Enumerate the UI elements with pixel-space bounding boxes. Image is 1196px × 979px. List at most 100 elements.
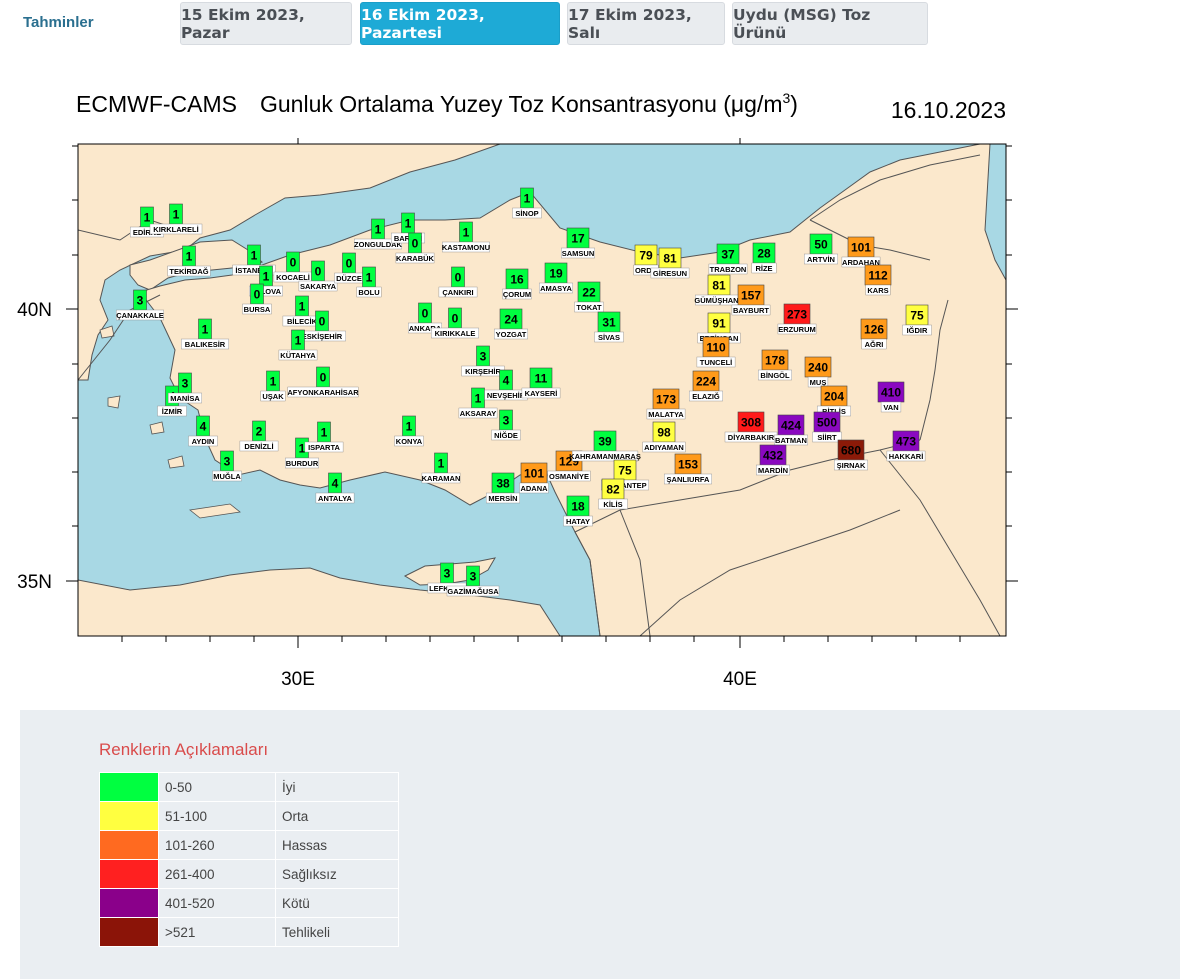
station-name: KAYSERİ bbox=[525, 389, 558, 398]
station-value: 18 bbox=[571, 500, 585, 514]
station-name: MARDİN bbox=[758, 466, 788, 475]
legend-swatch bbox=[99, 888, 159, 918]
station-name: KIRIKKALE bbox=[435, 329, 476, 338]
station-value: 16 bbox=[510, 273, 524, 287]
station-value: 24 bbox=[504, 313, 518, 327]
station-value: 432 bbox=[763, 449, 783, 463]
station-name: KOCAELİ bbox=[276, 273, 310, 282]
tab-satellite-dust[interactable]: Uydu (MSG) Toz Ürünü bbox=[732, 2, 928, 45]
tab-oct-15[interactable]: 15 Ekim 2023, Pazar bbox=[180, 2, 352, 45]
legend-swatch bbox=[99, 801, 159, 831]
station-name: SİVAS bbox=[598, 333, 620, 342]
station-marker: 22 TOKAT bbox=[574, 281, 604, 313]
legend-row: 261-400 Sağlıksız bbox=[99, 859, 399, 889]
station-name: IĞDIR bbox=[907, 326, 928, 335]
station-name: KIRKLARELİ bbox=[153, 225, 198, 234]
station-value: 1 bbox=[299, 442, 306, 456]
station-value: 173 bbox=[656, 393, 676, 407]
station-name: MUĞLA bbox=[213, 472, 241, 481]
station-value: 3 bbox=[444, 567, 451, 581]
station-name: BOLU bbox=[358, 288, 379, 297]
station-value: 17 bbox=[571, 232, 585, 246]
station-value: 1 bbox=[405, 217, 412, 231]
station-value: 240 bbox=[808, 361, 828, 375]
station-value: 204 bbox=[824, 390, 844, 404]
legend-title: Renklerin Açıklamaları bbox=[99, 740, 269, 759]
station-marker: 410 VAN bbox=[877, 381, 905, 413]
station-value: 473 bbox=[896, 435, 916, 449]
station-name: İZMİR bbox=[162, 407, 183, 416]
legend-row: >521 Tehlikeli bbox=[99, 917, 399, 947]
station-value: 1 bbox=[251, 249, 258, 263]
station-marker: 178 BİNGÖL bbox=[758, 349, 793, 381]
station-name: ANTALYA bbox=[318, 494, 352, 503]
station-name: YOZGAT bbox=[496, 330, 527, 339]
station-marker: 204BİTLİS bbox=[817, 385, 852, 417]
lon-label: 40E bbox=[723, 669, 757, 690]
station-value: 153 bbox=[678, 458, 698, 472]
station-value: 31 bbox=[602, 316, 616, 330]
station-marker: 16 ÇORUM bbox=[502, 268, 532, 300]
station-value: 3 bbox=[503, 414, 510, 428]
station-value: 3 bbox=[137, 294, 144, 308]
station-marker: 112 KARS bbox=[864, 264, 892, 296]
legend-swatch bbox=[99, 859, 159, 889]
station-name: ERZURUM bbox=[778, 325, 816, 334]
station-name: TRABZON bbox=[710, 265, 747, 274]
station-name: MANİSA bbox=[170, 394, 200, 403]
station-name: BİLECİK bbox=[287, 317, 318, 326]
station-value: 1 bbox=[375, 223, 382, 237]
station-name: DİYARBAKIR bbox=[728, 433, 775, 442]
station-name: SİİRT bbox=[817, 433, 837, 442]
station-value: 1 bbox=[438, 457, 445, 471]
station-value: 0 bbox=[455, 271, 462, 285]
station-marker: 224 ELAZIĞ bbox=[689, 370, 724, 402]
station-value: 22 bbox=[582, 286, 596, 300]
station-value: 0 bbox=[412, 237, 419, 251]
station-value: 1 bbox=[524, 192, 531, 206]
station-name: HATAY bbox=[566, 517, 590, 526]
station-value: 1 bbox=[270, 375, 277, 389]
station-name: BURSA bbox=[244, 305, 271, 314]
station-value: 1 bbox=[475, 392, 482, 406]
station-name: MERSİN bbox=[488, 494, 517, 503]
station-name: KIRŞEHİR bbox=[465, 367, 501, 376]
station-name: HAKKARİ bbox=[889, 452, 924, 461]
map-date: 16.10.2023 bbox=[891, 97, 1006, 123]
station-name: ADIYAMAN bbox=[644, 443, 684, 452]
station-name: ISPARTA bbox=[308, 443, 340, 452]
legend-panel: Renklerin Açıklamaları 0-50 İyi 51-100 Ort… bbox=[20, 710, 1180, 979]
legend-table: 0-50 İyi 51-100 Orta 101-260 Hassas 261-400… bbox=[99, 772, 399, 947]
station-value: 2 bbox=[256, 425, 263, 439]
lat-label: 35N bbox=[17, 572, 52, 593]
legend-label: Orta bbox=[275, 801, 399, 831]
station-name: BİNGÖL bbox=[760, 371, 790, 380]
station-value: 0 bbox=[290, 256, 297, 270]
station-value: 81 bbox=[663, 252, 677, 266]
dust-concentration-map: ECMWF-CAMS Gunluk Ortalama Yuzey Toz Kon… bbox=[17, 90, 1018, 690]
station-value: 112 bbox=[868, 269, 888, 283]
station-value: 157 bbox=[741, 289, 761, 303]
station-name: TOKAT bbox=[576, 303, 602, 312]
station-name: DÜZCE bbox=[336, 274, 362, 283]
station-marker: 680 ŞIRNAK bbox=[834, 439, 869, 471]
station-name: GİRESUN bbox=[653, 269, 687, 278]
lon-label: 30E bbox=[281, 669, 315, 690]
station-name: KONYA bbox=[396, 437, 423, 446]
legend-label: Sağlıksız bbox=[275, 859, 399, 889]
station-name: KİLİS bbox=[603, 500, 622, 509]
station-name: TUNCELİ bbox=[700, 358, 733, 367]
station-marker: 75 IĞDIR bbox=[902, 304, 932, 336]
tab-oct-17[interactable]: 17 Ekim 2023, Salı bbox=[567, 2, 725, 45]
station-value: 680 bbox=[841, 444, 861, 458]
station-name: GÜMÜŞHANE bbox=[694, 296, 743, 305]
station-name: KÜTAHYA bbox=[280, 351, 316, 360]
island bbox=[107, 395, 121, 409]
station-name: SAKARYA bbox=[300, 282, 337, 291]
station-marker: 28 RİZE bbox=[751, 242, 777, 274]
station-value: 3 bbox=[470, 570, 477, 584]
station-value: 410 bbox=[881, 386, 901, 400]
station-value: 1 bbox=[263, 270, 270, 284]
tab-oct-16[interactable]: 16 Ekim 2023, Pazartesi bbox=[360, 2, 560, 45]
station-value: 308 bbox=[741, 416, 761, 430]
